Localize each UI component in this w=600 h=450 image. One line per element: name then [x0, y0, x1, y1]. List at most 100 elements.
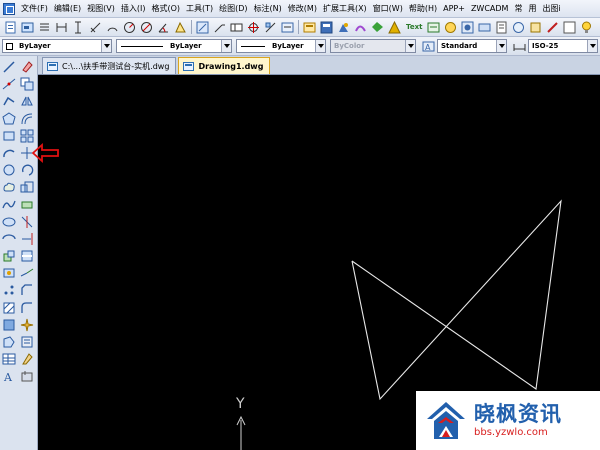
ext-tool-n-icon[interactable]: [546, 21, 559, 34]
menu-use[interactable]: 用: [525, 0, 539, 17]
tolerance-icon[interactable]: [230, 21, 243, 34]
fillet-icon[interactable]: [20, 301, 34, 315]
drawing-polyline[interactable]: [351, 199, 562, 401]
hatch-icon[interactable]: [2, 301, 16, 315]
menu-insert[interactable]: 插入(I): [118, 0, 149, 17]
dim-angular-icon[interactable]: [157, 21, 170, 34]
match-icon[interactable]: [20, 352, 34, 366]
ellipse-icon[interactable]: [2, 215, 16, 229]
menu-format[interactable]: 格式(O): [148, 0, 183, 17]
clean-icon[interactable]: [20, 369, 34, 383]
tools-icon[interactable]: [196, 21, 209, 34]
ext-tool-o-icon[interactable]: [563, 21, 576, 34]
ext-tool-j-icon[interactable]: [478, 21, 491, 34]
offset-icon[interactable]: [20, 112, 34, 126]
rotate-icon[interactable]: [20, 163, 34, 177]
construction-line-icon[interactable]: [2, 77, 16, 91]
dim-arc-icon[interactable]: [106, 21, 119, 34]
dim-radius-icon[interactable]: [123, 21, 136, 34]
menu-common[interactable]: 常: [511, 0, 525, 17]
table-icon[interactable]: [2, 352, 16, 366]
menu-tools[interactable]: 工具(T): [183, 0, 216, 17]
mtext-icon[interactable]: A: [2, 369, 16, 384]
text-style-combo[interactable]: Standard: [437, 39, 507, 53]
tab-test-bench-dwg[interactable]: C:\...\扶手带测试台-实机.dwg: [42, 57, 177, 74]
break-icon[interactable]: [20, 249, 34, 263]
region-icon[interactable]: [2, 335, 16, 349]
join-icon[interactable]: [20, 266, 34, 280]
chevron-down-icon[interactable]: [496, 40, 506, 52]
menu-window[interactable]: 窗口(W): [370, 0, 406, 17]
ext-tool-a-icon[interactable]: [303, 21, 316, 34]
ellipse-arc-icon[interactable]: [2, 232, 16, 246]
menu-draw[interactable]: 绘图(D): [216, 0, 250, 17]
ext-tool-k-icon[interactable]: [495, 21, 508, 34]
chamfer-icon[interactable]: [20, 283, 34, 297]
menu-dimension[interactable]: 标注(N): [251, 0, 285, 17]
spline-icon[interactable]: [2, 198, 16, 212]
chevron-down-icon[interactable]: [101, 40, 111, 52]
scale-icon[interactable]: [20, 180, 34, 194]
arc-icon[interactable]: [2, 146, 16, 160]
circle-icon[interactable]: [2, 163, 16, 177]
tab-drawing1-dwg[interactable]: Drawing1.dwg: [178, 57, 271, 74]
erase-icon[interactable]: [20, 60, 34, 74]
line-icon[interactable]: [2, 60, 16, 74]
dim-aligned-icon[interactable]: [89, 21, 102, 34]
dim-ordinate-icon[interactable]: [72, 21, 85, 34]
dialog-icon[interactable]: [21, 21, 34, 34]
revision-cloud-icon[interactable]: [2, 180, 16, 194]
make-block-icon[interactable]: [2, 266, 16, 280]
menu-app-plus[interactable]: APP+: [440, 0, 468, 17]
lightbulb-icon[interactable]: [580, 21, 593, 34]
chevron-down-icon[interactable]: [221, 40, 231, 52]
chevron-down-icon[interactable]: [315, 40, 325, 52]
new-file-icon[interactable]: [4, 21, 17, 34]
dim-linear-icon[interactable]: [55, 21, 68, 34]
menu-view[interactable]: 视图(V): [84, 0, 118, 17]
layer-combo[interactable]: ByLayer: [2, 39, 112, 53]
rectangle-icon[interactable]: [2, 129, 16, 143]
chevron-down-icon[interactable]: [587, 40, 597, 52]
leader-icon[interactable]: [213, 21, 226, 34]
ext-tool-i-icon[interactable]: [461, 21, 474, 34]
menu-edit[interactable]: 编辑(E): [51, 0, 84, 17]
text-style-icon[interactable]: A: [422, 40, 435, 53]
ext-tool-c-icon[interactable]: [337, 21, 350, 34]
ext-tool-b-icon[interactable]: [320, 21, 333, 34]
ext-tool-l-icon[interactable]: [512, 21, 525, 34]
trim-icon[interactable]: [20, 215, 34, 229]
copy-icon[interactable]: [20, 77, 34, 91]
center-mark-icon[interactable]: [247, 21, 260, 34]
polyline-icon[interactable]: [2, 94, 16, 108]
ext-tool-h-icon[interactable]: [444, 21, 457, 34]
ext-tool-d-icon[interactable]: [354, 21, 367, 34]
ext-tool-f-icon[interactable]: [388, 20, 401, 34]
ext-tool-m-icon[interactable]: [529, 21, 542, 34]
multiline-icon[interactable]: [38, 21, 51, 34]
explode-icon[interactable]: [20, 318, 34, 332]
stretch-icon[interactable]: [20, 198, 34, 212]
menu-extension-tools[interactable]: 扩展工具(X): [320, 0, 370, 17]
app-icon[interactable]: [3, 2, 15, 15]
dim-diameter-icon[interactable]: [140, 21, 153, 34]
lineweight-combo[interactable]: ByLayer: [236, 39, 326, 53]
menu-zwcadm[interactable]: ZWCADM: [468, 0, 512, 17]
point-icon[interactable]: [2, 283, 16, 297]
gradient-icon[interactable]: [2, 318, 16, 332]
dim-style-manager-icon[interactable]: [513, 40, 526, 53]
extend-icon[interactable]: [20, 232, 34, 246]
insert-block-icon[interactable]: [2, 249, 16, 263]
linetype-combo[interactable]: ByLayer: [116, 39, 232, 53]
polygon-icon[interactable]: [2, 111, 16, 126]
dim-style-combo[interactable]: ISO-25: [528, 39, 598, 53]
ext-tool-e-icon[interactable]: [371, 21, 384, 34]
dim-style-icon[interactable]: [281, 21, 294, 34]
array-icon[interactable]: [20, 129, 34, 143]
quick-dim-icon[interactable]: [174, 21, 187, 34]
ext-tool-g-icon[interactable]: [427, 21, 440, 34]
menu-plot[interactable]: 出图i: [539, 0, 563, 17]
menu-help[interactable]: 帮助(H): [406, 0, 440, 17]
text-tool-button[interactable]: Text: [406, 23, 422, 31]
properties-icon[interactable]: [20, 335, 34, 349]
